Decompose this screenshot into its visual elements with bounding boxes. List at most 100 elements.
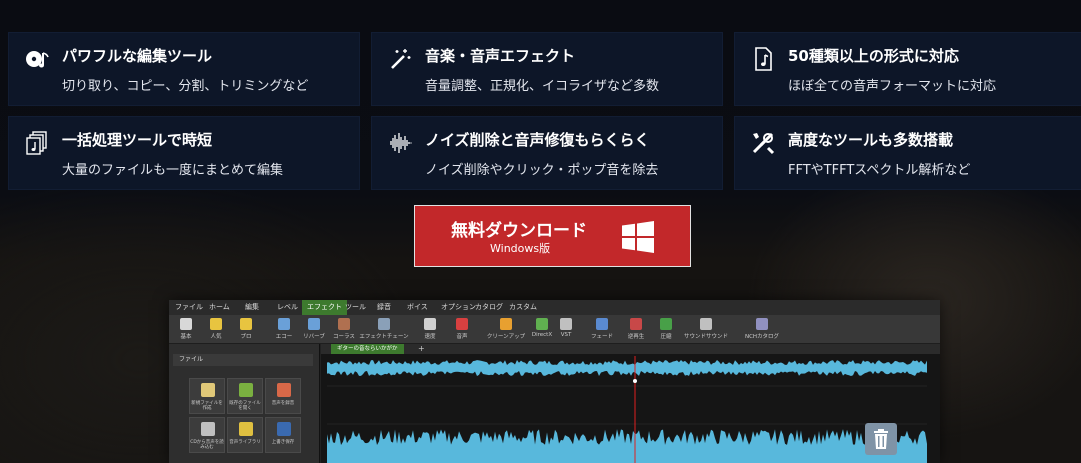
- app-menu-item: ツール: [345, 303, 366, 311]
- ribbon-tool-icon: [338, 318, 350, 330]
- feature-title: 音楽・音声エフェクト: [425, 47, 576, 65]
- app-ribbon-button: エフェクトチェーン: [359, 317, 409, 342]
- ribbon-tool-icon: [700, 318, 712, 330]
- feature-card: ノイズ削除と音声修復もらくらく ノイズ削除やクリック・ポップ音を除去: [371, 116, 723, 190]
- music-file-icon: [755, 47, 772, 71]
- windows-logo-icon: [622, 221, 654, 253]
- app-menu-item: 編集: [245, 303, 259, 311]
- app-menu-item: カタログ: [475, 303, 503, 311]
- ribbon-tool-icon: [536, 318, 548, 330]
- feature-description: FFTやTFFTスペクトル解析など: [788, 163, 971, 178]
- sidebar-card-label: 上書き保存: [271, 440, 295, 445]
- ribbon-button-label: エフェクトチェーン: [359, 334, 409, 340]
- waveform-icon: [390, 133, 412, 153]
- feature-title: 一括処理ツールで時短: [62, 131, 213, 149]
- app-sidebar-card: 新規ファイルを作成: [189, 378, 225, 414]
- app-ribbon-button: 速度: [415, 317, 445, 342]
- download-button[interactable]: 無料ダウンロード Windows版: [414, 205, 691, 267]
- app-ribbon-button: 圧縮: [651, 317, 681, 342]
- ribbon-button-label: VST: [560, 332, 572, 338]
- app-tab-strip: ギターの音ならいかがか +: [321, 344, 940, 354]
- ribbon-tool-icon: [630, 318, 642, 330]
- app-menu-item: レベル: [277, 303, 298, 311]
- feature-card: 一括処理ツールで時短大量のファイルも一度にまとめて編集: [8, 116, 360, 190]
- app-ribbon-button: 人気: [201, 317, 231, 342]
- ribbon-tool-icon: [500, 318, 512, 330]
- ribbon-button-label: NCHカタログ: [744, 334, 780, 340]
- ribbon-tool-icon: [424, 318, 436, 330]
- sidebar-card-icon: [277, 422, 291, 436]
- ribbon-tool-icon: [308, 318, 320, 330]
- ribbon-button-label: エコー: [275, 334, 293, 340]
- batch-files-icon: [26, 131, 47, 155]
- ribbon-button-label: 人気: [210, 334, 222, 340]
- magic-wand-icon: [391, 49, 411, 69]
- feature-title: ノイズ削除と音声修復もらくらく: [425, 131, 650, 149]
- feature-description: 音量調整、正規化、イコライザなど多数: [425, 79, 660, 94]
- tools-icon: [752, 132, 775, 155]
- app-menu-item: ホーム: [209, 303, 230, 311]
- ribbon-button-label: 音声: [456, 334, 468, 340]
- ribbon-tool-icon: [180, 318, 192, 330]
- ribbon-button-label: 逆再生: [627, 334, 645, 340]
- ribbon-tool-icon: [210, 318, 222, 330]
- sidebar-card-icon: [239, 422, 253, 436]
- sidebar-card-icon: [201, 422, 215, 436]
- download-button-label: 無料ダウンロード: [451, 221, 587, 241]
- ribbon-button-label: サウンドサウンド: [683, 334, 728, 340]
- feature-description: 大量のファイルも一度にまとめて編集: [62, 163, 284, 178]
- ribbon-tool-icon: [756, 318, 768, 330]
- app-ribbon-button: VST: [551, 317, 581, 342]
- ribbon-button-label: フェード: [590, 334, 613, 340]
- app-menu-item: ボイス: [407, 303, 428, 311]
- feature-card: 50種類以上の形式に対応ほぼ全ての音声フォーマットに対応: [734, 32, 1081, 106]
- app-sidebar-card: 音声を録音: [265, 378, 301, 414]
- ribbon-tool-icon: [596, 318, 608, 330]
- app-ribbon-toolbar: 基本 人気 プロ エコー リバーブ コーラス エフェクトチェーン 速度 音声 クリーンアップ Dir…: [169, 315, 940, 344]
- app-menu-item: カスタム: [509, 303, 537, 311]
- sidebar-card-label: CDから音声を読み込む: [190, 440, 224, 450]
- app-menu-bar: ファイル ホーム 編集 レベル エフェクト ツール 録音 ボイス オプション カタログ カスタム: [169, 300, 940, 315]
- ribbon-button-label: 圧縮: [660, 334, 672, 340]
- feature-title: 50種類以上の形式に対応: [788, 47, 959, 65]
- sidebar-card-label: 音声ライブラリ: [229, 440, 261, 445]
- app-sidebar: ファイル 新規ファイルを作成 既存のファイルを開く 音声を録音 CDから音声を読み込む…: [169, 344, 320, 463]
- app-ribbon-button: 基本: [171, 317, 201, 342]
- sidebar-card-icon: [277, 383, 291, 397]
- ribbon-tool-icon: [240, 318, 252, 330]
- app-ribbon-button: 音声: [447, 317, 477, 342]
- app-sidebar-card: CDから音声を読み込む: [189, 417, 225, 453]
- sidebar-card-label: 新規ファイルを作成: [191, 401, 223, 411]
- ribbon-tool-icon: [456, 318, 468, 330]
- app-menu-item: エフェクト: [302, 300, 347, 315]
- app-screenshot: ファイル ホーム 編集 レベル エフェクト ツール 録音 ボイス オプション カタログ カスタム 基…: [169, 300, 940, 463]
- feature-description: ほぼ全ての音声フォーマットに対応: [788, 79, 997, 94]
- ribbon-tool-icon: [660, 318, 672, 330]
- app-ribbon-button: 逆再生: [621, 317, 651, 342]
- sidebar-card-label: 音声を録音: [271, 401, 295, 406]
- download-button-sublabel: Windows版: [490, 242, 551, 255]
- ribbon-button-label: 基本: [180, 334, 192, 340]
- app-sidebar-card: 音声ライブラリ: [227, 417, 263, 453]
- app-ribbon-button: エコー: [269, 317, 299, 342]
- feature-title: パワフルな編集ツール: [62, 47, 213, 65]
- feature-card: パワフルな編集ツール切り取り、コピー、分割、トリミングなど: [8, 32, 360, 106]
- app-ribbon-button: サウンドサウンド: [681, 317, 731, 342]
- ribbon-button-label: コーラス: [333, 334, 355, 340]
- ribbon-button-label: リバーブ: [303, 334, 325, 340]
- trash-icon: [865, 423, 897, 455]
- app-ribbon-button: コーラス: [329, 317, 359, 342]
- ribbon-tool-icon: [278, 318, 290, 330]
- sidebar-card-icon: [201, 383, 215, 397]
- feature-title: 高度なツールも多数搭載: [788, 131, 954, 149]
- app-sidebar-title: ファイル: [173, 354, 313, 366]
- ribbon-tool-icon: [560, 318, 572, 330]
- app-ribbon-button: プロ: [231, 317, 261, 342]
- ribbon-button-label: プロ: [240, 334, 252, 340]
- app-sidebar-card: 既存のファイルを開く: [227, 378, 263, 414]
- feature-description: 切り取り、コピー、分割、トリミングなど: [62, 79, 309, 94]
- sidebar-card-icon: [239, 383, 253, 397]
- app-menu-item: オプション: [441, 303, 476, 311]
- ribbon-tool-icon: [378, 318, 390, 330]
- waveform-display: [327, 356, 927, 463]
